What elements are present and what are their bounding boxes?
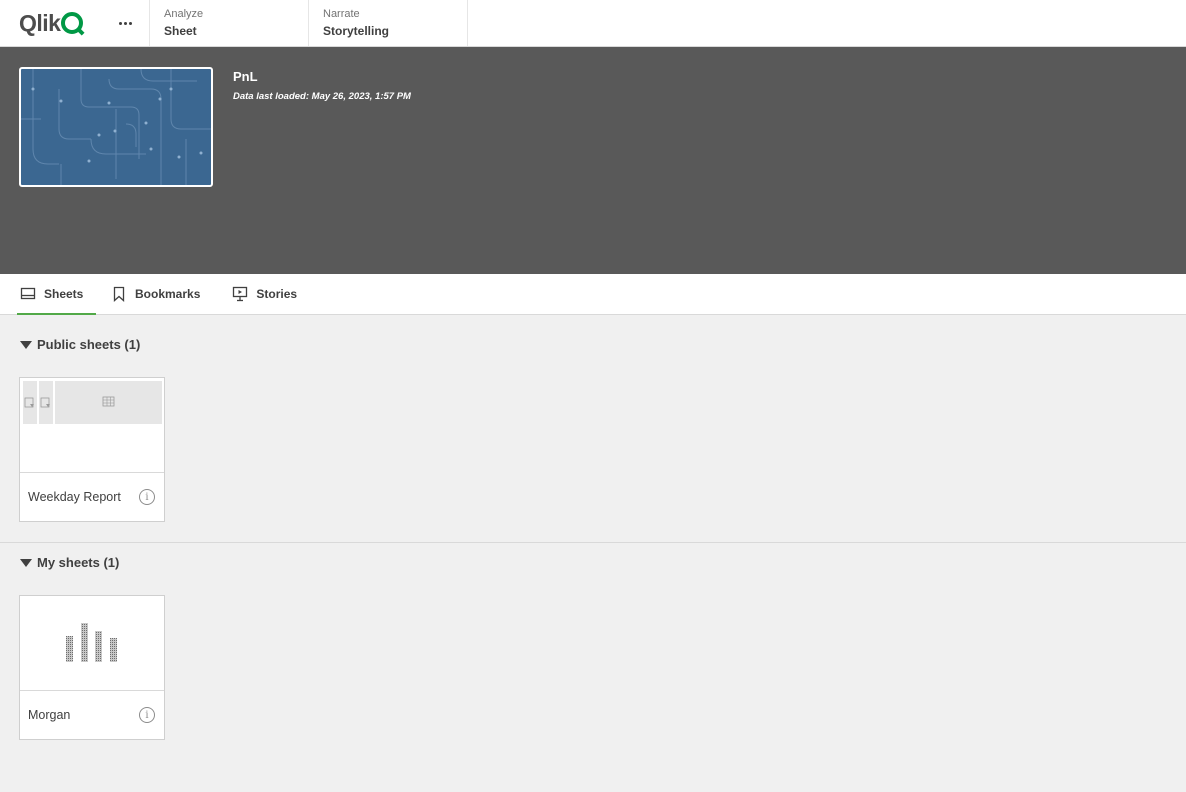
sheet-card-weekday-report[interactable]: Weekday Report i — [19, 377, 165, 522]
nav-main-label: Sheet — [164, 24, 197, 38]
nav-narrate-storytelling[interactable]: Narrate Storytelling — [309, 0, 468, 46]
nav-sub-label: Analyze — [164, 8, 204, 20]
bookmark-icon — [111, 286, 127, 302]
logo-area: Qlik — [0, 0, 150, 46]
tab-bookmarks[interactable]: Bookmarks — [108, 274, 217, 314]
nav-main-label: Storytelling — [323, 24, 390, 38]
app-thumbnail[interactable] — [19, 67, 213, 187]
sheet-title: Weekday Report — [28, 490, 121, 504]
section-label: My sheets (1) — [37, 555, 120, 570]
tab-label: Stories — [256, 287, 298, 301]
section-divider — [0, 542, 1186, 543]
tab-stories[interactable]: Stories — [229, 274, 314, 314]
nav-analyze-sheet[interactable]: Analyze Sheet — [150, 0, 309, 46]
section-my-sheets[interactable]: My sheets (1) — [20, 555, 119, 570]
bar-chart-icon-bar — [110, 638, 117, 662]
info-icon[interactable]: i — [139, 489, 155, 505]
collapse-triangle-icon — [20, 340, 32, 349]
sheet-preview — [20, 378, 164, 473]
tab-label: Sheets — [44, 287, 84, 301]
info-icon[interactable]: i — [139, 707, 155, 723]
qlik-logo[interactable]: Qlik — [19, 9, 84, 36]
section-label: Public sheets (1) — [37, 337, 141, 352]
top-bar: Qlik Analyze Sheet Narrate Storytelling — [0, 0, 1186, 47]
bar-chart-icon-bar — [66, 636, 73, 662]
section-public-sheets[interactable]: Public sheets (1) — [20, 337, 140, 352]
sheet-preview — [20, 596, 164, 691]
bar-chart-icon-bar — [81, 623, 88, 662]
app-title: PnL — [233, 69, 258, 84]
logo-q-mark — [61, 12, 84, 34]
tab-bar: Sheets Bookmarks Stories — [0, 274, 1186, 315]
story-icon — [232, 286, 248, 302]
nav-sub-label: Narrate — [323, 8, 360, 20]
tab-sheets[interactable]: Sheets — [17, 274, 96, 315]
bar-chart-icon-bar — [95, 631, 102, 662]
data-last-loaded: Data last loaded: May 26, 2023, 1:57 PM — [233, 91, 411, 102]
sheet-icon — [20, 286, 36, 302]
tab-label: Bookmarks — [135, 287, 201, 301]
more-horizontal-icon[interactable] — [116, 13, 134, 33]
logo-text: Qlik — [19, 9, 61, 36]
sheet-card-morgan[interactable]: Morgan i — [19, 595, 165, 740]
sheet-title: Morgan — [28, 708, 71, 722]
collapse-triangle-icon — [20, 558, 32, 567]
app-header: PnL Data last loaded: May 26, 2023, 1:57… — [0, 47, 1186, 274]
